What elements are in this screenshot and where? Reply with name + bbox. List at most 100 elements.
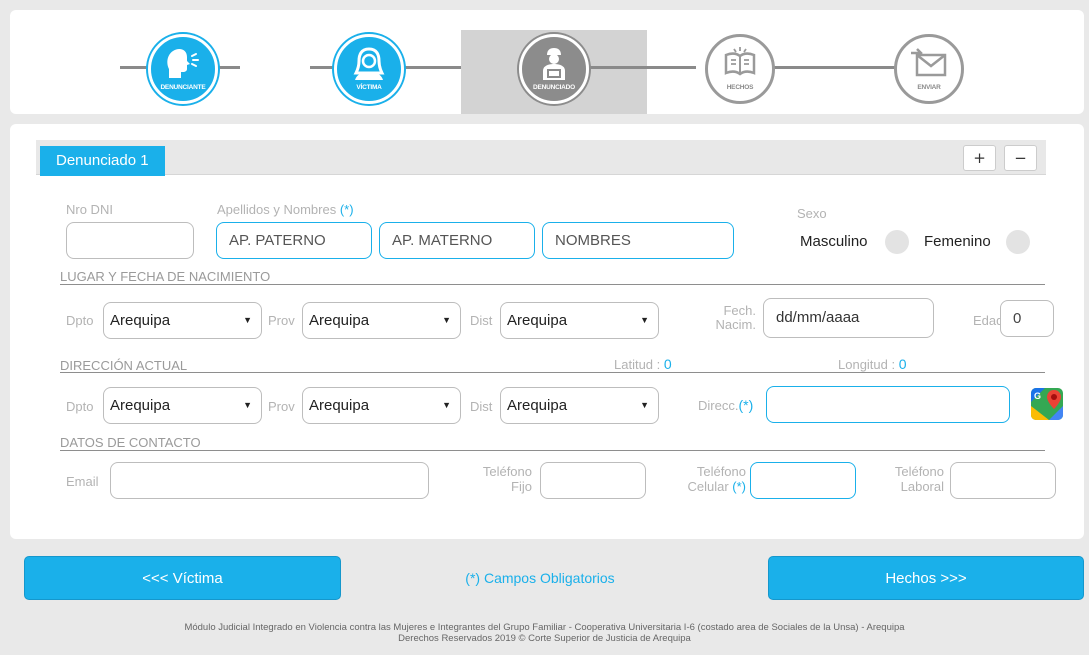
address-dpto-label: Dpto	[66, 399, 94, 414]
footer-line-2: Derechos Reservados 2019 © Corte Superio…	[398, 633, 691, 644]
step-caption: DENUNCIADO	[532, 84, 576, 91]
birth-prov-label: Prov	[268, 313, 295, 328]
birth-dpto-value: Arequipa	[110, 312, 171, 329]
step-victima[interactable]: VÍCTIMA	[334, 34, 404, 104]
sex-label: Sexo	[797, 206, 827, 221]
svg-text:G: G	[1034, 391, 1041, 401]
step-hechos[interactable]: HECHOS	[705, 34, 775, 104]
birth-date-placeholder: dd/mm/aaaa	[776, 309, 860, 326]
address-section-title: DIRECCIÓN ACTUAL	[60, 358, 188, 373]
chevron-down-icon: ▼	[243, 400, 252, 410]
fijo-label-line2: Fijo	[511, 479, 532, 494]
fijo-input[interactable]	[540, 462, 646, 499]
direcc-label: Direcc.(*)	[698, 397, 753, 413]
chevron-down-icon: ▼	[640, 315, 649, 325]
ap-paterno-input[interactable]: AP. PATERNO	[216, 222, 372, 259]
address-dpto-select[interactable]: Arequipa ▼	[103, 387, 262, 424]
ap-paterno-placeholder: AP. PATERNO	[229, 232, 326, 249]
next-hechos-button[interactable]: Hechos >>>	[768, 556, 1084, 600]
tab-bar: Denunciado 1 + −	[36, 140, 1046, 176]
address-dpto-value: Arequipa	[110, 397, 171, 414]
direcc-input[interactable]	[766, 386, 1010, 423]
required-fields-note: (*) Campos Obligatorios	[465, 570, 615, 586]
address-dist-label: Dist	[470, 399, 493, 414]
step-connector	[586, 66, 696, 69]
email-input[interactable]	[110, 462, 429, 499]
step-enviar[interactable]: ENVIAR	[894, 34, 964, 104]
remove-denunciado-button[interactable]: −	[1004, 145, 1037, 171]
fijo-label: Teléfono Fijo	[466, 464, 532, 494]
email-label: Email	[66, 474, 99, 489]
ap-materno-placeholder: AP. MATERNO	[392, 232, 493, 249]
age-label: Edad	[973, 313, 1004, 328]
sex-female-label: Femenino	[924, 233, 991, 250]
names-label-text: Apellidos y Nombres	[217, 202, 337, 217]
laboral-label: Teléfono Laboral	[876, 464, 944, 494]
age-input[interactable]: 0	[1000, 300, 1054, 337]
step-denunciado[interactable]: DENUNCIADO	[519, 34, 589, 104]
address-section-divider	[60, 372, 1045, 373]
laboral-input[interactable]	[950, 462, 1056, 499]
tab-denunciado-1[interactable]: Denunciado 1	[40, 146, 165, 176]
dni-input[interactable]	[66, 222, 194, 259]
latitude-label: Latitud :	[614, 357, 661, 372]
dni-label: Nro DNI	[66, 202, 113, 217]
wizard-stepper: DENUNCIANTE VÍCTIMA DENUNCIADO HECHOS EN…	[10, 10, 1084, 114]
prev-victima-button[interactable]: <<< Víctima	[24, 556, 341, 600]
birth-date-input[interactable]: dd/mm/aaaa	[763, 298, 934, 338]
step-denunciante[interactable]: DENUNCIANTE	[148, 34, 218, 104]
woman-icon	[353, 47, 385, 80]
address-dist-select[interactable]: Arequipa ▼	[500, 387, 659, 424]
page-footer: Módulo Judicial Integrado en Violencia c…	[0, 622, 1089, 644]
address-prov-value: Arequipa	[309, 397, 370, 414]
celular-input[interactable]	[750, 462, 856, 499]
laboral-label-line2: Laboral	[900, 479, 944, 494]
step-caption: DENUNCIANTE	[160, 84, 206, 91]
birth-prov-select[interactable]: Arequipa ▼	[302, 302, 461, 339]
chevron-down-icon: ▼	[442, 315, 451, 325]
speaking-person-icon	[167, 49, 199, 78]
ap-materno-input[interactable]: AP. MATERNO	[379, 222, 535, 259]
contact-section-divider	[60, 450, 1045, 451]
birth-dpto-select[interactable]: Arequipa ▼	[103, 302, 262, 339]
envelope-icon	[911, 48, 947, 77]
birth-date-label-line2: Nacim.	[715, 317, 756, 332]
direcc-label-text: Direcc.	[698, 398, 739, 413]
nombres-placeholder: NOMBRES	[555, 232, 631, 249]
address-prov-label: Prov	[268, 399, 295, 414]
birth-dist-select[interactable]: Arequipa ▼	[500, 302, 659, 339]
chevron-down-icon: ▼	[640, 400, 649, 410]
chevron-down-icon: ▼	[243, 315, 252, 325]
birth-date-label-line1: Fech.	[723, 303, 756, 318]
latitude-value: 0	[663, 356, 672, 372]
required-mark: (*)	[339, 202, 354, 217]
sex-female-radio[interactable]	[1006, 230, 1030, 254]
birth-dist-value: Arequipa	[507, 312, 568, 329]
add-denunciado-button[interactable]: +	[963, 145, 996, 171]
latitude-readout: Latitud : 0	[614, 356, 672, 372]
birth-date-label: Fech. Nacim.	[690, 304, 756, 332]
required-mark: (*)	[738, 397, 754, 413]
birth-dist-label: Dist	[470, 313, 493, 328]
birth-dpto-label: Dpto	[66, 313, 94, 328]
birth-prov-value: Arequipa	[309, 312, 370, 329]
google-maps-icon[interactable]: G	[1031, 388, 1063, 420]
fijo-label-line1: Teléfono	[482, 464, 532, 479]
step-caption: HECHOS	[726, 84, 754, 91]
nombres-input[interactable]: NOMBRES	[542, 222, 734, 259]
address-prov-select[interactable]: Arequipa ▼	[302, 387, 461, 424]
sex-male-label: Masculino	[800, 233, 868, 250]
birth-section-divider	[60, 284, 1045, 285]
step-caption: ENVIAR	[917, 84, 941, 91]
celular-label-line1: Teléfono	[696, 464, 746, 479]
longitude-value: 0	[898, 356, 907, 372]
denounced-person-icon	[543, 48, 565, 80]
celular-label-line2: Celular	[687, 479, 729, 494]
laboral-label-line1: Teléfono	[894, 464, 944, 479]
names-label: Apellidos y Nombres (*)	[217, 202, 354, 217]
longitude-label: Longitud :	[838, 357, 896, 372]
footer-line-1: Módulo Judicial Integrado en Violencia c…	[184, 622, 905, 633]
celular-label: Teléfono Celular (*)	[672, 464, 746, 494]
address-dist-value: Arequipa	[507, 397, 568, 414]
sex-male-radio[interactable]	[885, 230, 909, 254]
